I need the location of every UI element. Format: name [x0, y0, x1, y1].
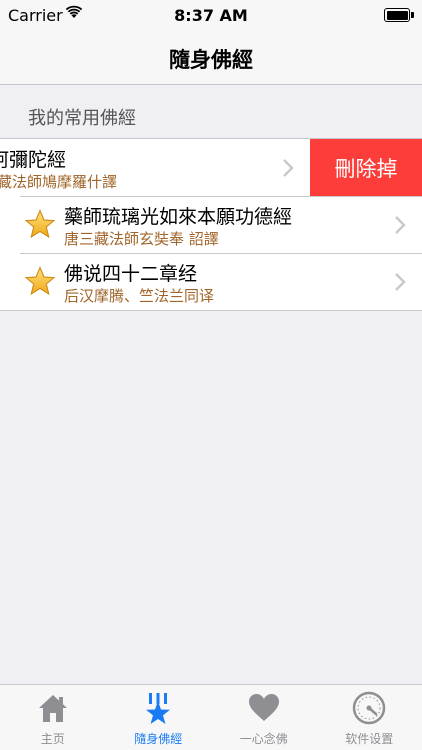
status-bar: Carrier 8:37 AM: [0, 0, 422, 30]
tab-sutras[interactable]: 隨身佛經: [106, 685, 212, 750]
sutra-translator: 姚秦三藏法師鳩摩羅什譯: [0, 173, 118, 191]
tab-settings[interactable]: 软件设置: [317, 685, 422, 750]
section-header: 我的常用佛經: [28, 108, 136, 129]
sutra-title: 佛说四十二章经: [64, 263, 198, 285]
star-icon: [25, 266, 55, 296]
row-content[interactable]: 佛說阿彌陀經 姚秦三藏法師鳩摩羅什譯: [0, 139, 310, 196]
home-icon: [38, 695, 67, 722]
delete-button[interactable]: 刪除掉: [310, 139, 422, 196]
sutra-title: 佛說阿彌陀經: [0, 149, 67, 171]
battery-icon: [384, 8, 414, 22]
tab-bar: 主页 隨身佛經 一心念佛 软件设置: [0, 684, 422, 750]
list-item[interactable]: 佛說阿彌陀經 姚秦三藏法師鳩摩羅什譯 刪除掉: [0, 139, 422, 196]
chevron-right-icon: [283, 159, 294, 177]
heart-icon: [248, 694, 279, 721]
tab-label: 隨身佛經: [134, 732, 183, 746]
tab-label: 主页: [40, 732, 65, 746]
chevron-right-icon: [395, 216, 406, 234]
star-book-icon: [146, 693, 171, 724]
tab-label: 一心念佛: [239, 732, 288, 746]
sutra-list: 佛說阿彌陀經 姚秦三藏法師鳩摩羅什譯 刪除掉 藥師琉璃光如來本願功德經 唐三藏法…: [0, 138, 422, 311]
clock: 8:37 AM: [174, 6, 248, 25]
tab-home[interactable]: 主页: [0, 685, 106, 750]
list-item[interactable]: 藥師琉璃光如來本願功德經 唐三藏法師玄奘奉 詔譯: [0, 196, 422, 253]
star-icon: [25, 209, 55, 239]
sutra-translator: 后汉摩腾、竺法兰同译: [64, 287, 215, 305]
row-content[interactable]: 藥師琉璃光如來本願功德經 唐三藏法師玄奘奉 詔譯: [0, 196, 422, 253]
page-title: 隨身佛經: [169, 48, 253, 72]
gauge-settings-icon: [353, 691, 386, 725]
sutra-title: 藥師琉璃光如來本願功德經: [64, 206, 293, 228]
navigation-bar: 隨身佛經: [0, 30, 422, 85]
chevron-right-icon: [395, 273, 406, 291]
list-item[interactable]: 佛说四十二章经 后汉摩腾、竺法兰同译: [0, 253, 422, 310]
tab-chanting[interactable]: 一心念佛: [211, 685, 317, 750]
tab-label: 软件设置: [345, 732, 394, 746]
sutra-translator: 唐三藏法師玄奘奉 詔譯: [64, 230, 219, 248]
row-content[interactable]: 佛说四十二章经 后汉摩腾、竺法兰同译: [0, 253, 422, 310]
